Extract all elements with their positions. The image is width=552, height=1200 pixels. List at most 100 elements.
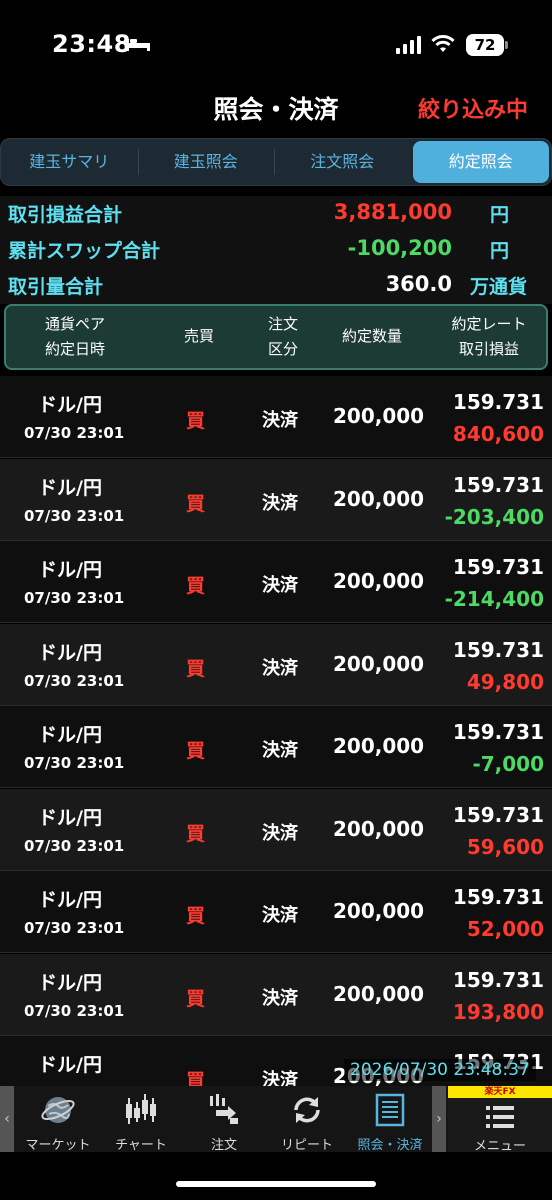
cell-date: 07/30 23:01 — [24, 671, 125, 690]
nav-label: マーケット — [25, 1138, 91, 1153]
cell-side: 買 — [186, 410, 206, 432]
column-header-date: 約定日時 — [44, 340, 105, 358]
table-row[interactable]: ドル/円 07/30 23:01 買 決済 200,000 159.731 840,600 — [0, 376, 552, 458]
segment-tabs: 建玉サマリ 建玉照会 注文照会 約定照会 — [0, 138, 552, 186]
home-indicator — [176, 1181, 376, 1187]
cell-type: 決済 — [262, 575, 298, 596]
menu-icon — [486, 1106, 514, 1128]
table-row[interactable]: ドル/円 07/30 23:01 買 決済 200,000 159.731 -7,000 — [0, 706, 552, 788]
cell-type: 決済 — [262, 492, 298, 514]
cell-pair: ドル/円 — [38, 476, 102, 499]
tab-position-summary[interactable]: 建玉サマリ — [1, 139, 138, 185]
cell-rate: 159.731 — [452, 885, 544, 909]
table-row[interactable]: ドル/円 07/30 23:01 買 決済 200,000 159.731 59,600 — [0, 788, 552, 871]
table-row[interactable]: ドル/円 07/30 23:01 買 決済 200,000 159.731 49,800 — [0, 623, 552, 706]
summary-unit: 万通貨 — [470, 276, 528, 298]
cell-date: 07/30 23:01 — [24, 919, 125, 937]
column-header-pl: 取引損益 — [458, 340, 519, 358]
cell-date: 07/30 23:01 — [24, 424, 125, 442]
table-row[interactable]: ドル/円 07/30 23:01 買 決済 200,000 159.731 52,000 — [0, 871, 552, 953]
cell-pair: ドル/円 — [38, 971, 102, 994]
cell-type: 決済 — [262, 987, 298, 1009]
cell-qty: 200,000 — [333, 486, 425, 511]
tab-position-inquiry[interactable]: 建玉照会 — [137, 139, 275, 185]
nav-repeat[interactable]: リピート — [265, 1086, 349, 1153]
cell-rate: 159.731 — [452, 720, 544, 744]
table-row[interactable]: ドル/円 07/30 23:01 買 決済 200,000 159.731 -214,400 — [0, 541, 552, 623]
cell-pl: 59,600 — [466, 834, 544, 859]
summary-value: 360.0 — [385, 272, 452, 296]
column-header-type-1: 注文 — [267, 315, 298, 333]
cell-pair: ドル/円 — [38, 889, 102, 911]
cell-date: 07/30 23:01 — [24, 836, 125, 855]
nav-chart[interactable]: チャート — [99, 1086, 183, 1153]
table-row[interactable]: ドル/円 07/30 23:01 買 決済 200,000 159.731 -203,400 — [0, 458, 552, 541]
cell-pair: ドル/円 — [38, 394, 102, 416]
cell-type: 決済 — [262, 1070, 298, 1086]
cell-rate: 159.731 — [452, 390, 544, 414]
cell-type: 決済 — [262, 657, 298, 679]
summary-row-pl: 取引損益合計 3,881,000 円 — [0, 196, 552, 232]
table-row[interactable]: ドル/円 07/30 23:01 買 決済 200,000 159.731 193,800 — [0, 953, 552, 1036]
cell-date: 07/30 23:01 — [24, 506, 125, 525]
cell-pl: 49,800 — [466, 669, 544, 694]
cell-rate: 159.731 — [452, 472, 544, 497]
cell-side: 買 — [186, 987, 206, 1010]
summary-value: -100,200 — [347, 236, 452, 260]
cell-side: 買 — [186, 575, 206, 597]
summary-label: 累計スワップ合計 — [8, 240, 161, 262]
cell-pl: 193,800 — [452, 999, 544, 1024]
status-bar: 23:48 72 — [0, 0, 552, 80]
cell-qty: 200,000 — [333, 569, 425, 593]
cell-pair: ドル/円 — [38, 641, 102, 664]
cell-qty: 200,000 — [333, 899, 425, 923]
wifi-icon — [431, 35, 455, 52]
cell-qty: 200,000 — [333, 734, 425, 758]
clock: 23:48 — [52, 30, 131, 58]
cell-pair: ドル/円 — [38, 1054, 102, 1076]
cell-rate: 159.731 — [452, 555, 544, 579]
summary-panel: 取引損益合計 3,881,000 円 累計スワップ合計 -100,200 円 取… — [0, 196, 552, 304]
cell-date: 07/30 23:01 — [24, 589, 125, 607]
list-icon — [375, 1093, 405, 1127]
cellular-signal-icon — [396, 36, 421, 54]
menu-label: メニュー — [473, 1139, 526, 1154]
menu-button[interactable]: メニュー — [448, 1098, 552, 1154]
cell-type: 決済 — [262, 410, 298, 431]
nav-label: リピート — [280, 1138, 333, 1153]
cell-side: 買 — [186, 657, 206, 680]
cell-pair: ドル/円 — [38, 806, 102, 829]
cell-pair: ドル/円 — [38, 724, 102, 746]
cell-pl: -214,400 — [444, 587, 544, 611]
order-icon — [210, 1094, 238, 1124]
cell-side: 買 — [186, 822, 206, 845]
battery-tip — [505, 41, 508, 49]
cell-qty: 200,000 — [333, 981, 425, 1006]
summary-label: 取引損益合計 — [8, 204, 123, 226]
column-header-pair: 通貨ペア — [44, 315, 105, 333]
nav-market[interactable]: マーケット — [16, 1086, 100, 1153]
cell-pl: -7,000 — [472, 752, 544, 776]
summary-label: 取引量合計 — [8, 276, 104, 298]
tab-execution-inquiry[interactable]: 約定照会 — [412, 141, 549, 183]
nav-inquiry[interactable]: 照会・決済 — [348, 1086, 432, 1153]
title-bar: 照会・決済 絞り込み中 — [0, 84, 552, 130]
cell-side: 買 — [186, 492, 206, 515]
nav-label: 注文 — [210, 1138, 237, 1153]
cell-type: 決済 — [262, 740, 298, 761]
cell-date: 07/30 23:01 — [24, 754, 125, 772]
brand-logo: 楽天FX — [448, 1086, 552, 1098]
nav-scroll-left-icon[interactable]: ‹ — [0, 1086, 14, 1152]
filter-button[interactable]: 絞り込み中 — [418, 92, 528, 124]
column-header-qty: 約定数量 — [341, 327, 402, 345]
battery-indicator: 72 — [466, 34, 504, 56]
nav-scroll-right-icon[interactable]: › — [432, 1086, 446, 1152]
globe-icon — [41, 1097, 75, 1123]
cell-type: 決済 — [262, 905, 298, 926]
cell-type: 決済 — [262, 822, 298, 844]
execution-list: ドル/円 07/30 23:01 買決済 200,000 159.731 840,600 ド… — [0, 376, 552, 1086]
candlestick-icon — [126, 1094, 156, 1124]
nav-order[interactable]: 注文 — [182, 1086, 266, 1153]
tab-order-inquiry[interactable]: 注文照会 — [274, 139, 411, 185]
cell-pl: 52,000 — [466, 917, 544, 941]
